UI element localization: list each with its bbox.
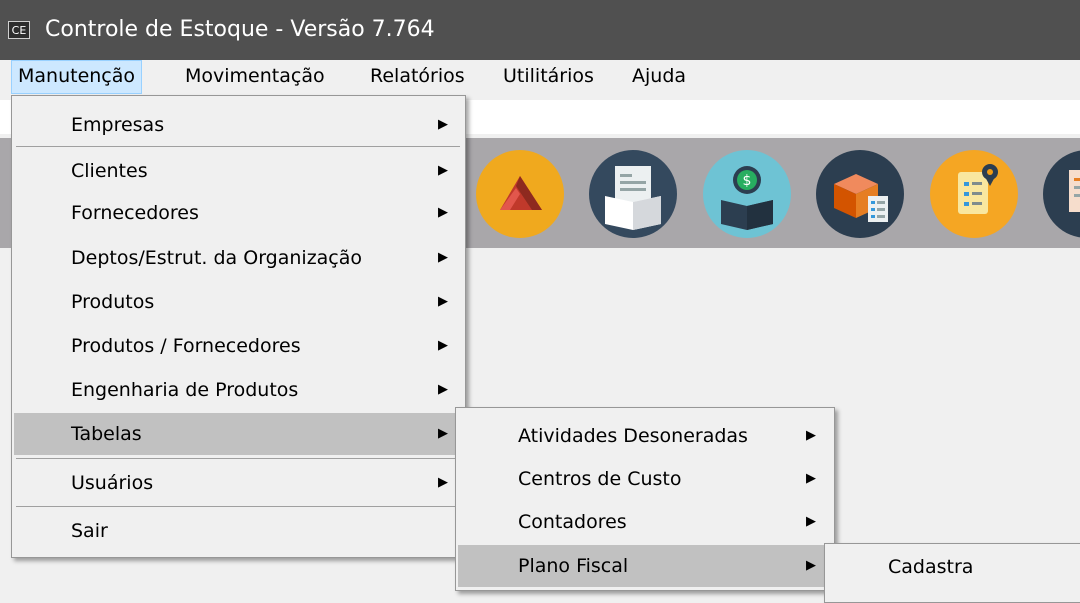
window-title: Controle de Estoque - Versão 7.764 [45,17,435,42]
chevron-right-icon: ▶ [438,475,448,490]
menu-item-label: Sair [71,520,108,542]
menu-item-label: Fornecedores [71,202,199,224]
chevron-right-icon: ▶ [438,205,448,220]
menu-item-tabelas[interactable]: Tabelas ▶ [14,413,462,455]
chevron-right-icon: ▶ [438,338,448,353]
inventory-box-icon[interactable] [816,150,904,238]
menu-ajuda[interactable]: Ajuda [626,60,692,94]
menu-item-label: Produtos [71,291,155,313]
chevron-right-icon: ▶ [806,514,816,529]
menu-item-atividades-desoneradas[interactable]: Atividades Desoneradas ▶ [458,415,832,457]
menu-item-label: Cadastra [888,556,974,578]
menu-item-engenharia[interactable]: Engenharia de Produtos ▶ [14,369,462,411]
menu-utilitarios[interactable]: Utilitários [497,60,600,94]
menu-item-produtos[interactable]: Produtos ▶ [14,281,462,323]
chevron-right-icon: ▶ [806,558,816,573]
title-bar: CE Controle de Estoque - Versão 7.764 [0,0,1080,60]
menu-separator [16,506,460,507]
menu-item-label: Engenharia de Produtos [71,379,299,401]
menu-item-cadastra[interactable]: Cadastra [827,546,1080,588]
menu-item-sair[interactable]: Sair [14,510,462,552]
menu-separator [16,146,460,147]
menu-item-contadores[interactable]: Contadores ▶ [458,501,832,543]
invoice-box-icon[interactable] [589,150,677,238]
menu-item-label: Produtos / Fornecedores [71,335,301,357]
chevron-right-icon: ▶ [438,250,448,265]
menu-item-label: Usuários [71,472,154,494]
menu-tabelas-submenu: Atividades Desoneradas ▶ Centros de Cust… [455,407,835,591]
menu-item-label: Tabelas [71,423,142,445]
money-box-icon[interactable]: $ [703,150,791,238]
menu-item-label: Centros de Custo [518,468,682,490]
menu-relatorios[interactable]: Relatórios [364,60,471,94]
menu-manutencao[interactable]: Manutenção [11,60,143,94]
location-checklist-icon[interactable] [930,150,1018,238]
menu-item-produtos-fornecedores[interactable]: Produtos / Fornecedores ▶ [14,325,462,367]
menu-item-fornecedores[interactable]: Fornecedores ▶ [14,192,462,234]
sales-icon[interactable] [476,150,564,238]
chevron-right-icon: ▶ [806,471,816,486]
menu-item-empresas[interactable]: Empresas ▶ [14,104,462,146]
menu-item-usuarios[interactable]: Usuários ▶ [14,462,462,504]
chevron-right-icon: ▶ [438,294,448,309]
menu-item-label: Contadores [518,511,627,533]
menu-item-label: Plano Fiscal [518,555,629,577]
menu-plano-fiscal-submenu: Cadastra [824,543,1080,603]
chevron-right-icon: ▶ [806,428,816,443]
chevron-right-icon: ▶ [438,426,448,441]
menu-bar: Manutenção Movimentação Relatórios Utili… [0,60,1080,94]
chevron-right-icon: ▶ [438,117,448,132]
menu-separator [16,458,460,459]
menu-manutencao-dropdown: Empresas ▶ Clientes ▶ Fornecedores ▶ Dep… [11,95,466,558]
chevron-right-icon: ▶ [438,382,448,397]
menu-movimentacao[interactable]: Movimentação [179,60,331,94]
menu-item-deptos[interactable]: Deptos/Estrut. da Organização ▶ [14,237,462,279]
svg-text:$: $ [743,173,752,189]
menu-item-label: Clientes [71,160,148,182]
menu-item-centros-de-custo[interactable]: Centros de Custo ▶ [458,458,832,500]
app-icon[interactable]: CE [8,21,30,39]
menu-item-plano-fiscal[interactable]: Plano Fiscal ▶ [458,545,832,587]
menu-item-label: Atividades Desoneradas [518,425,748,447]
chevron-right-icon: ▶ [438,163,448,178]
menu-item-label: Empresas [71,114,165,136]
menu-item-clientes[interactable]: Clientes ▶ [14,150,462,192]
menu-item-label: Deptos/Estrut. da Organização [71,247,363,269]
